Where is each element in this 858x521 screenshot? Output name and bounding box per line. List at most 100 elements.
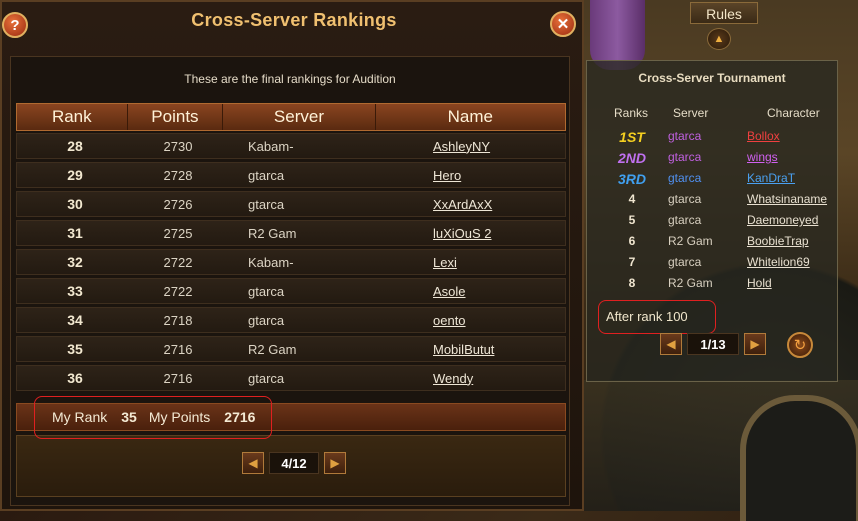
server-cell: gtarca [668,150,702,164]
rank-cell: 7 [628,255,636,269]
rank-cell: 29 [67,167,83,183]
server-cell: gtarca [248,196,285,212]
rank-cell: 31 [67,225,83,241]
table-row: 29 2728 gtarca Hero [16,162,566,188]
rules-button[interactable]: Rules [690,2,758,24]
server-cell: gtarca [668,129,702,143]
my-rank-highlight [34,396,272,439]
header-name: Name [447,107,494,126]
page-indicator: 4/12 [269,452,319,474]
server-cell: gtarca [668,255,702,269]
rankings-table-body: 28 2730 Kabam- AshleyNY 29 2728 gtarca Hero 30… [16,133,566,394]
server-cell: gtarca [668,192,702,206]
player-name-link[interactable]: Asole [363,284,563,299]
character-link[interactable]: Hold [747,276,772,290]
rank-cell: 36 [67,370,83,386]
tournament-prev-button[interactable]: ◀ [660,333,682,355]
rank-cell: 6 [628,234,636,248]
character-link[interactable]: Whatsinaname [747,192,827,206]
close-button[interactable]: ✕ [550,11,576,37]
rank-cell: 28 [67,138,83,154]
panel-title: Cross-Server Rankings [191,10,397,30]
player-name-link[interactable]: luXiOuS 2 [363,226,563,241]
points-cell: 2718 [163,312,193,328]
player-name-link[interactable]: MobilButut [363,342,563,357]
points-cell: 2728 [163,167,193,183]
server-cell: gtarca [248,312,285,328]
rank-cell: 35 [67,341,83,357]
rank-cell: 30 [67,196,83,212]
tournament-pagination: ◀ 1/13 ▶ [660,333,766,355]
table-row: 34 2718 gtarca oento [16,307,566,333]
character-link[interactable]: KanDraT [747,171,795,185]
server-cell: R2 Gam [248,225,297,241]
table-row: 31 2725 R2 Gam luXiOuS 2 [16,220,566,246]
character-link[interactable]: Daemoneyed [747,213,818,227]
header-rank: Rank [17,104,128,130]
server-cell: R2 Gam [668,234,713,248]
player-name-link[interactable]: Wendy [363,371,563,386]
tournament-page-indicator: 1/13 [687,333,739,355]
rank-cell: 34 [67,312,83,328]
table-row: 33 2722 gtarca Asole [16,278,566,304]
player-name-link[interactable]: XxArdAxX [363,197,563,212]
header-server: Server [223,104,376,130]
header-character: Character [767,106,820,120]
points-cell: 2722 [163,254,193,270]
rankings-table-header: Rank Points Server Name [16,103,566,131]
rank-cell: 32 [67,254,83,270]
tournament-next-button[interactable]: ▶ [744,333,766,355]
header-server: Server [673,106,709,120]
doorway-arch [740,395,858,521]
points-cell: 2725 [163,225,193,241]
tournament-row: 4 gtarca Whatsinaname [587,189,839,209]
points-cell: 2716 [163,370,193,386]
header-points: Points [128,104,224,130]
rank-cell: 1ST [619,129,645,145]
pagination-controls: ◀ 4/12 ▶ [242,452,346,474]
character-link[interactable]: wings [747,150,778,164]
header-ranks: Ranks [614,106,649,120]
rank-cell: 33 [67,283,83,299]
tournament-row: 6 R2 Gam BoobieTrap [587,231,839,251]
server-cell: gtarca [668,171,702,185]
character-link[interactable]: Whitelion69 [747,255,810,269]
tournament-row: 2ND gtarca wings [587,147,839,167]
player-name-link[interactable]: Hero [363,168,563,183]
player-name-link[interactable]: AshleyNY [363,139,563,154]
points-cell: 2722 [163,283,193,299]
rank-cell: 8 [628,276,636,290]
points-cell: 2730 [163,138,193,154]
player-name-link[interactable]: Lexi [363,255,563,270]
character-link[interactable]: BoobieTrap [747,234,809,248]
tournament-row: 7 gtarca Whitelion69 [587,252,839,272]
table-row: 35 2716 R2 Gam MobilButut [16,336,566,362]
rank-cell: 4 [628,192,636,206]
next-page-button[interactable]: ▶ [324,452,346,474]
prev-page-button[interactable]: ◀ [242,452,264,474]
help-button[interactable]: ? [2,12,28,38]
rank-cell: 5 [628,213,636,227]
table-row: 36 2716 gtarca Wendy [16,365,566,391]
character-link[interactable]: Bollox [747,129,780,143]
server-cell: gtarca [248,167,285,183]
server-cell: gtarca [248,283,285,299]
rank-cell: 2ND [617,150,646,166]
tournament-row: 1ST gtarca Bollox [587,126,839,146]
server-cell: gtarca [668,213,702,227]
server-cell: R2 Gam [248,341,297,357]
after-rank-label: After rank 100 [598,300,716,334]
player-name-link[interactable]: oento [363,313,563,328]
server-cell: Kabam- [248,254,294,270]
server-cell: R2 Gam [668,276,713,290]
pagination-footer: ◀ 4/12 ▶ [16,435,566,497]
points-cell: 2726 [163,196,193,212]
refresh-icon[interactable]: ↻ [787,332,813,358]
tournament-row: 5 gtarca Daemoneyed [587,210,839,230]
rank-cell: 3RD [617,171,646,187]
server-cell: gtarca [248,370,285,386]
table-row: 32 2722 Kabam- Lexi [16,249,566,275]
collapse-arrow-button[interactable]: ▲ [707,28,731,50]
tournament-row: 3RD gtarca KanDraT [587,168,839,188]
tournament-row: 8 R2 Gam Hold [587,273,839,293]
